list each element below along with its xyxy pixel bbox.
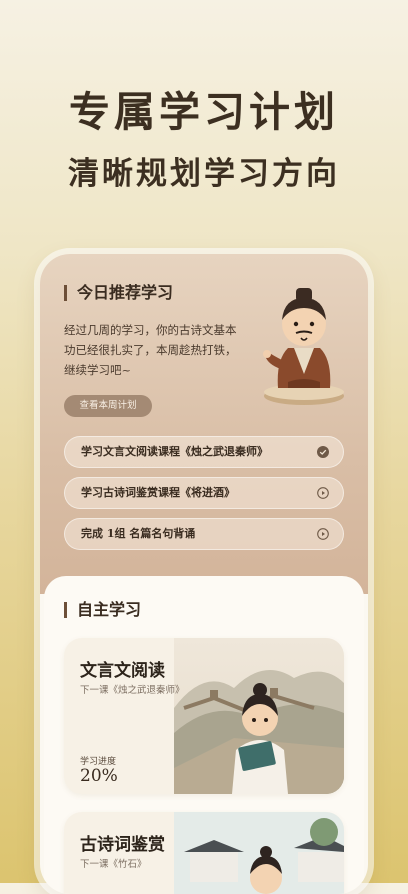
task-item-3[interactable]: 完成 1组 名篇名句背诵 xyxy=(64,518,344,550)
self-study-section: 自主学习 文言文阅读 下一课《烛之武退秦师》 学习进度 20% 古诗词鉴赏 下一… xyxy=(44,576,364,894)
task-label: 学习文言文阅读课程《烛之武退秦师》 xyxy=(81,445,268,458)
play-circle-icon xyxy=(317,487,329,499)
course-card-classical-reading[interactable]: 文言文阅读 下一课《烛之武退秦师》 学习进度 20% xyxy=(64,638,344,794)
self-study-section-title: 自主学习 xyxy=(64,602,141,618)
course-card-poetry-appreciation[interactable]: 古诗词鉴赏 下一课《竹石》 xyxy=(64,812,344,894)
scholar-mascot-illustration xyxy=(263,288,344,405)
progress-value: 20% xyxy=(80,766,118,786)
great-wall-student-illustration xyxy=(174,638,344,794)
today-description: 经过几周的学习，你的古诗文基本功已经很扎实了，本周趁热打铁，继续学习吧~ xyxy=(64,323,237,377)
check-circle-icon xyxy=(317,446,329,458)
today-section-title: 今日推荐学习 xyxy=(64,285,173,301)
today-recommendation-card: 今日推荐学习 经过几周的学习，你的古诗文基本功已经很扎实了，本周趁热打铁，继续学… xyxy=(40,254,368,594)
view-weekly-plan-button[interactable]: 查看本周计划 xyxy=(64,395,152,417)
course-next-lesson: 下一课《烛之武退秦师》 xyxy=(80,685,185,696)
phone-frame: 今日推荐学习 经过几周的学习，你的古诗文基本功已经很扎实了，本周趁热打铁，继续学… xyxy=(40,254,368,894)
course-title: 文言文阅读 xyxy=(80,661,165,681)
task-label: 学习古诗词鉴赏课程《将进酒》 xyxy=(81,486,235,499)
play-circle-icon xyxy=(317,528,329,540)
task-item-1[interactable]: 学习文言文阅读课程《烛之武退秦师》 xyxy=(64,436,344,468)
task-item-2[interactable]: 学习古诗词鉴赏课程《将进酒》 xyxy=(64,477,344,509)
hero-title: 专属学习计划 xyxy=(69,88,339,136)
course-next-lesson: 下一课《竹石》 xyxy=(80,859,147,870)
village-student-illustration xyxy=(174,812,344,894)
course-title: 古诗词鉴赏 xyxy=(80,835,165,855)
hero-subtitle: 清晰规划学习方向 xyxy=(68,156,340,192)
task-label: 完成 1组 名篇名句背诵 xyxy=(81,527,196,540)
